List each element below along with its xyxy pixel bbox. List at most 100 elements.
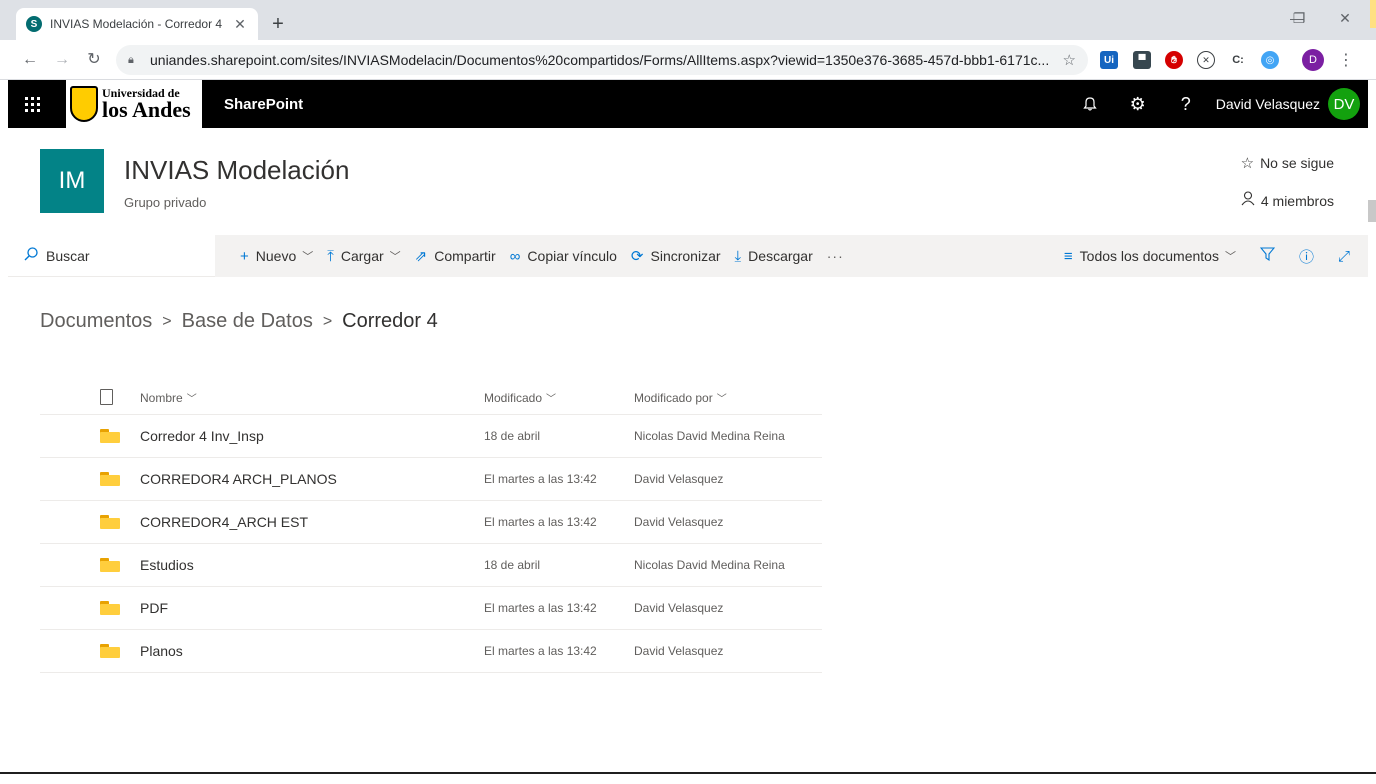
item-modified-by: David Velasquez <box>634 472 724 486</box>
bookmark-star-icon[interactable]: ☆ <box>1063 51 1076 69</box>
item-modified-by: David Velasquez <box>634 515 724 529</box>
site-logo[interactable]: IM <box>40 149 104 213</box>
edge-extension-icon[interactable]: ◎ <box>1261 51 1279 69</box>
document-icon <box>100 389 113 405</box>
name-column-header[interactable]: Nombre ﹀ <box>140 390 484 405</box>
suite-bar: Universidad de los Andes SharePoint ⚙︎ ?… <box>8 80 1368 128</box>
list-item[interactable]: CORREDOR4_ARCH EST El martes a las 13:42… <box>40 501 822 544</box>
item-name-link[interactable]: Planos <box>140 643 484 659</box>
view-switcher-button[interactable]: ≡ Todos los documentos ﹀ <box>1064 235 1236 277</box>
upload-button[interactable]: ⤒ Cargar ﹀ <box>327 235 400 277</box>
item-name-link[interactable]: PDF <box>140 600 484 616</box>
browser-profile-avatar[interactable]: D <box>1302 49 1324 71</box>
list-item[interactable]: Corredor 4 Inv_Insp 18 de abril Nicolas … <box>40 415 822 458</box>
folder-icon <box>100 644 120 658</box>
item-modified: El martes a las 13:42 <box>484 515 597 529</box>
university-logo[interactable]: Universidad de los Andes <box>66 80 202 128</box>
chevron-down-icon: ﹀ <box>546 393 557 405</box>
user-avatar[interactable]: DV <box>1328 88 1360 120</box>
chevron-right-icon: > <box>322 312 333 330</box>
app-launcher-icon[interactable] <box>8 80 56 128</box>
list-item[interactable]: Estudios 18 de abril Nicolas David Medin… <box>40 544 822 587</box>
page-scrollbar-thumb[interactable] <box>1368 200 1376 222</box>
item-name-link[interactable]: CORREDOR4_ARCH EST <box>140 514 484 530</box>
taskbar-edge <box>0 772 1376 774</box>
tab-close-icon[interactable]: ✕ <box>232 16 248 33</box>
folder-icon <box>100 558 120 572</box>
url-text: uniandes.sharepoint.com/sites/INVIASMode… <box>150 52 1050 68</box>
university-shield-icon <box>70 86 98 122</box>
chevron-right-icon: > <box>162 312 172 330</box>
item-modified-by: David Velasquez <box>634 601 724 615</box>
document-list: Nombre ﹀ Modificado ﹀ Modificado por ﹀ Corr… <box>40 380 822 673</box>
list-item[interactable]: CORREDOR4 ARCH_PLANOS El martes a las 13… <box>40 458 822 501</box>
modified-by-column-header[interactable]: Modificado por ﹀ <box>634 390 822 405</box>
item-modified: El martes a las 13:42 <box>484 601 597 615</box>
window-edge-accent <box>1370 0 1376 28</box>
notifications-bell-icon[interactable] <box>1066 80 1114 128</box>
breadcrumb-base-de-datos[interactable]: Base de Datos <box>182 310 313 333</box>
reload-icon[interactable]: ↻ <box>82 48 106 72</box>
sharepoint-brand-link[interactable]: SharePoint <box>224 96 303 113</box>
lock-icon: 🔒︎ <box>128 53 134 66</box>
search-box[interactable]: Buscar <box>8 235 215 277</box>
sync-label: Sincronizar <box>650 248 721 264</box>
item-name-link[interactable]: Estudios <box>140 557 484 573</box>
follow-button[interactable]: ☆ No se sigue <box>1241 154 1334 172</box>
link-icon: ∞ <box>509 247 521 265</box>
download-button[interactable]: ⤓ Descargar <box>735 235 813 277</box>
copy-link-button[interactable]: ∞ Copiar vínculo <box>510 235 617 277</box>
share-label: Compartir <box>434 248 496 264</box>
tv-extension-icon[interactable]: ▀ <box>1133 51 1151 69</box>
item-modified-by: Nicolas David Medina Reina <box>634 558 785 572</box>
info-icon[interactable]: ⓘ <box>1299 246 1314 267</box>
file-type-header[interactable] <box>40 389 140 405</box>
members-label: 4 miembros <box>1260 192 1334 209</box>
sync-icon: ⟳ <box>630 248 644 265</box>
chevron-down-icon: ﹀ <box>186 393 197 405</box>
sync-button[interactable]: ⟳ Sincronizar <box>631 235 721 277</box>
expand-icon[interactable]: ⤢ <box>1338 248 1350 265</box>
filter-icon[interactable] <box>1259 247 1276 265</box>
address-bar[interactable]: 🔒︎ uniandes.sharepoint.com/sites/INVIASM… <box>116 45 1088 75</box>
browser-menu-icon[interactable]: ⋮ <box>1338 50 1354 70</box>
code-extension-icon[interactable]: C: <box>1229 51 1247 69</box>
restore-glyph-icon[interactable]: ❐ <box>1284 10 1314 27</box>
x-extension-icon[interactable]: ✕ <box>1197 51 1215 69</box>
share-button[interactable]: ⇗ Compartir <box>415 235 496 277</box>
more-actions-button[interactable]: ··· <box>827 235 844 277</box>
browser-tab[interactable]: S INVIAS Modelación - Corredor 4 ✕ <box>16 8 258 40</box>
breadcrumb-documents[interactable]: Documentos <box>40 310 152 333</box>
forward-arrow-icon[interactable]: → <box>50 48 74 72</box>
chevron-down-icon: ﹀ <box>302 251 314 263</box>
item-name-link[interactable]: Corredor 4 Inv_Insp <box>140 428 484 444</box>
browser-tabstrip: S INVIAS Modelación - Corredor 4 ✕ + — ❐… <box>0 0 1376 40</box>
back-arrow-icon[interactable]: ← <box>18 48 42 72</box>
share-icon: ⇗ <box>414 248 428 265</box>
command-bar: Buscar + Nuevo ﹀ ⤒ Cargar ﹀ ⇗ Compartir … <box>8 235 1368 277</box>
list-item[interactable]: PDF El martes a las 13:42 David Velasque… <box>40 587 822 630</box>
settings-gear-icon[interactable]: ⚙︎ <box>1114 80 1162 128</box>
members-button[interactable]: 4 miembros <box>1241 191 1334 210</box>
sharepoint-favicon-icon: S <box>26 16 42 32</box>
folder-icon <box>100 472 120 486</box>
star-icon: ☆ <box>1240 155 1255 172</box>
uipath-extension-icon[interactable]: Ui <box>1100 51 1118 69</box>
view-label: Todos los documentos <box>1079 248 1219 264</box>
site-title[interactable]: INVIAS Modelación <box>124 155 349 186</box>
modified-column-header[interactable]: Modificado ﹀ <box>484 390 634 405</box>
item-modified-by: David Velasquez <box>634 644 724 658</box>
adblock-extension-icon[interactable]: ✋︎ <box>1165 51 1183 69</box>
new-tab-button[interactable]: + <box>266 12 290 36</box>
user-name[interactable]: David Velasquez <box>1216 96 1320 112</box>
item-name-link[interactable]: CORREDOR4 ARCH_PLANOS <box>140 471 484 487</box>
list-item[interactable]: Planos El martes a las 13:42 David Velas… <box>40 630 822 673</box>
close-window-icon[interactable]: ✕ <box>1330 10 1360 27</box>
tab-title: INVIAS Modelación - Corredor 4 <box>50 17 223 31</box>
breadcrumb-corredor-4: Corredor 4 <box>342 310 438 332</box>
item-modified: 18 de abril <box>484 558 541 572</box>
help-icon[interactable]: ? <box>1162 80 1210 128</box>
new-button[interactable]: + Nuevo ﹀ <box>240 235 313 277</box>
copy-link-label: Copiar vínculo <box>527 248 617 264</box>
plus-icon: + <box>240 247 249 265</box>
